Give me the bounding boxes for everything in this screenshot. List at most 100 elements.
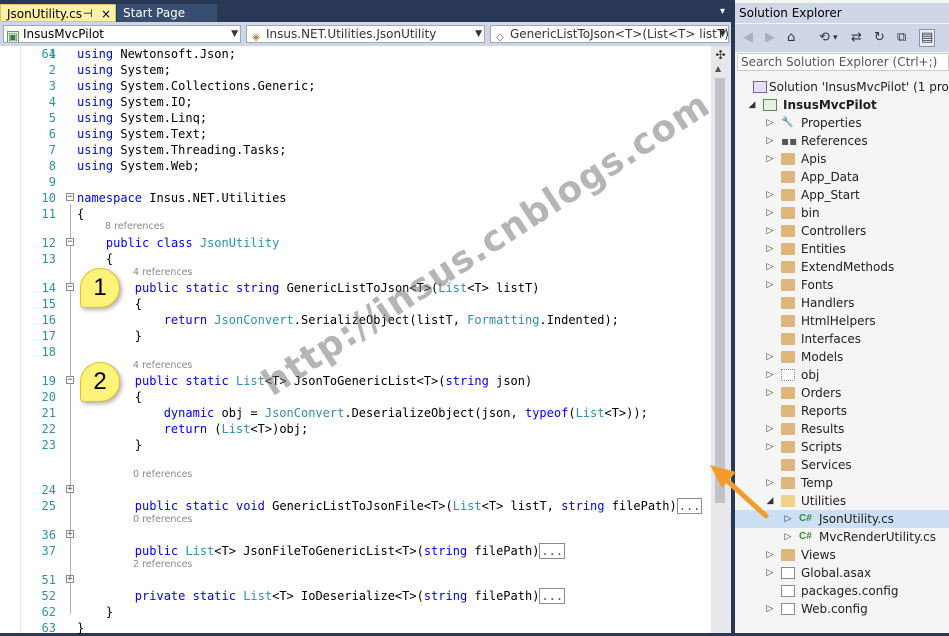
code-line[interactable]: 51: [0, 572, 700, 588]
tree-item-scripts[interactable]: ▷ Scripts: [735, 438, 949, 456]
expand-arrow-icon[interactable]: ▷: [765, 204, 775, 222]
expand-arrow-icon[interactable]: ▷: [765, 474, 775, 492]
properties-icon[interactable]: ▤: [919, 29, 936, 47]
expand-arrow-icon[interactable]: ▷: [765, 240, 775, 258]
tree-item-bin[interactable]: ▷ bin: [735, 204, 949, 222]
codelens-method-references[interactable]: 2 references: [133, 559, 192, 570]
close-icon[interactable]: ×: [101, 5, 111, 23]
code-line[interactable]: 25 public static void GenericListToJsonF…: [0, 498, 703, 514]
chevron-down-icon[interactable]: ▼: [231, 26, 238, 42]
chevron-down-icon[interactable]: ▼: [475, 26, 482, 42]
expand-arrow-icon[interactable]: ▷: [783, 528, 793, 546]
code-line[interactable]: 3 using System.Collections.Generic;: [0, 78, 700, 94]
tree-item-orders[interactable]: ▷ Orders: [735, 384, 949, 402]
code-line[interactable]: 13 {: [0, 251, 700, 267]
collapse-toggle-namespace[interactable]: −: [66, 193, 74, 202]
solution-explorer-search-input[interactable]: Search Solution Explorer (Ctrl+;): [737, 53, 949, 71]
sync-icon[interactable]: ⇄: [851, 30, 862, 46]
collapsed-region-marker[interactable]: ...: [539, 543, 566, 559]
expand-arrow-icon[interactable]: ▷: [783, 510, 793, 528]
tree-item-reports[interactable]: Reports: [735, 402, 949, 420]
project-combo[interactable]: ▣ InsusMvcPilot ▼: [3, 25, 241, 43]
tree-item-insusmvcpilot[interactable]: ◢ InsusMvcPilot: [735, 96, 949, 114]
tree-item-interfaces[interactable]: Interfaces: [735, 330, 949, 348]
tree-item-controllers[interactable]: ▷ Controllers: [735, 222, 949, 240]
collapse-all-icon[interactable]: ⧉: [897, 30, 906, 46]
expand-arrow-icon[interactable]: ▷: [765, 348, 775, 366]
code-line[interactable]: 36: [0, 527, 700, 543]
collapse-arrow-icon[interactable]: ◢: [747, 96, 757, 114]
tree-item-apis[interactable]: ▷ Apis: [735, 150, 949, 168]
code-line[interactable]: 2 using System;: [0, 62, 700, 78]
tree-item-handlers[interactable]: Handlers: [735, 294, 949, 312]
tree-item-app-start[interactable]: ▷ App_Start: [735, 186, 949, 204]
code-line[interactable]: 63}: [0, 620, 700, 636]
collapsed-region-marker[interactable]: ...: [676, 498, 703, 514]
tree-item-models[interactable]: ▷ Models: [735, 348, 949, 366]
tree-item-services[interactable]: Services: [735, 456, 949, 474]
code-line[interactable]: 12 public class JsonUtility: [0, 235, 700, 251]
tree-item-references[interactable]: ▷ ▪▪ References: [735, 132, 949, 150]
tab-list-dropdown-icon[interactable]: ▾: [720, 6, 725, 17]
tree-item-entities[interactable]: ▷ Entities: [735, 240, 949, 258]
tree-item-extendmethods[interactable]: ▷ ExtendMethods: [735, 258, 949, 276]
member-combo[interactable]: ◇ GenericListToJson<T>(List<T> listT) ▼: [490, 25, 729, 43]
scroll-up-arrow-icon[interactable]: ▲: [715, 64, 721, 73]
expand-arrow-icon[interactable]: ▷: [765, 384, 775, 402]
chevron-down-icon[interactable]: ▼: [719, 26, 726, 42]
code-line[interactable]: 62 }: [0, 604, 700, 620]
code-line[interactable]: 24: [0, 482, 700, 498]
expand-arrow-icon[interactable]: ▷: [765, 222, 775, 240]
expand-toggle-method[interactable]: +: [66, 575, 74, 584]
collapse-arrow-icon[interactable]: ◢: [765, 492, 775, 510]
code-line[interactable]: 37 public List<T> JsonFileToGenericList<…: [0, 543, 700, 559]
tree-item-htmlhelpers[interactable]: HtmlHelpers: [735, 312, 949, 330]
codelens-method-references[interactable]: 4 references: [133, 267, 192, 278]
expand-arrow-icon[interactable]: ▷: [765, 564, 775, 582]
pin-icon[interactable]: ⊣: [83, 5, 93, 23]
tree-item-obj[interactable]: ▷ obj: [735, 366, 949, 384]
back-icon[interactable]: ◀: [743, 30, 753, 46]
home-icon[interactable]: ⌂: [787, 30, 795, 46]
type-combo[interactable]: ◈ Insus.NET.Utilities.JsonUtility ▼: [246, 25, 485, 43]
tree-item-temp[interactable]: ▷ Temp: [735, 474, 949, 492]
tree-item-mvcrenderutility-cs[interactable]: ▷ C# MvcRenderUtility.cs: [735, 528, 949, 546]
scrollbar-thumb[interactable]: [715, 78, 725, 503]
tree-item-global-asax[interactable]: ▷ Global.asax: [735, 564, 949, 582]
codelens-method-references[interactable]: 4 references: [133, 360, 192, 371]
collapse-toggle-method[interactable]: −: [66, 283, 74, 292]
expand-arrow-icon[interactable]: ▷: [765, 438, 775, 456]
tree-item-utilities[interactable]: ◢ Utilities: [735, 492, 949, 510]
split-window-icon[interactable]: ✣: [713, 48, 728, 62]
code-line[interactable]: 21 dynamic obj = JsonConvert.Deserialize…: [0, 405, 700, 421]
code-line[interactable]: 5 using System.Linq;: [0, 110, 700, 126]
chevron-down-icon[interactable]: ▾: [833, 30, 838, 46]
tree-item-jsonutility-cs[interactable]: ▷ C# JsonUtility.cs: [735, 510, 949, 528]
tab-start-page[interactable]: Start Page: [117, 4, 217, 22]
expand-arrow-icon[interactable]: ▷: [765, 186, 775, 204]
codelens-method-references[interactable]: 0 references: [133, 469, 192, 480]
tree-item-solution-insusmvcpilot-1-project[interactable]: Solution 'InsusMvcPilot' (1 project): [735, 78, 949, 96]
codelens-method-references[interactable]: 0 references: [133, 514, 192, 525]
code-line[interactable]: 22 return (List<T>)obj;: [0, 421, 700, 437]
expand-arrow-icon[interactable]: ▷: [765, 366, 775, 384]
code-line[interactable]: 52 private static List<T> IoDeserialize<…: [0, 588, 700, 604]
tree-item-packages-config[interactable]: packages.config: [735, 582, 949, 600]
expand-toggle-method[interactable]: +: [66, 485, 74, 494]
expand-toggle-method[interactable]: +: [66, 530, 74, 539]
collapsed-region-marker[interactable]: ...: [539, 588, 566, 604]
expand-arrow-icon[interactable]: ▷: [765, 114, 775, 132]
expand-arrow-icon[interactable]: ▷: [765, 546, 775, 564]
expand-arrow-icon[interactable]: ▷: [765, 150, 775, 168]
expand-arrow-icon[interactable]: ▷: [765, 258, 775, 276]
vertical-scrollbar[interactable]: ✣ ▲: [711, 46, 731, 633]
expand-arrow-icon[interactable]: ▷: [765, 132, 775, 150]
code-line[interactable]: 64: [0, 46, 700, 62]
tree-item-app-data[interactable]: App_Data: [735, 168, 949, 186]
expand-arrow-icon[interactable]: ▷: [765, 420, 775, 438]
tree-item-fonts[interactable]: ▷ Fonts: [735, 276, 949, 294]
tree-item-results[interactable]: ▷ Results: [735, 420, 949, 438]
expand-arrow-icon[interactable]: ▷: [765, 276, 775, 294]
forward-icon[interactable]: ▶: [765, 30, 775, 46]
collapse-toggle-method[interactable]: −: [66, 376, 74, 385]
